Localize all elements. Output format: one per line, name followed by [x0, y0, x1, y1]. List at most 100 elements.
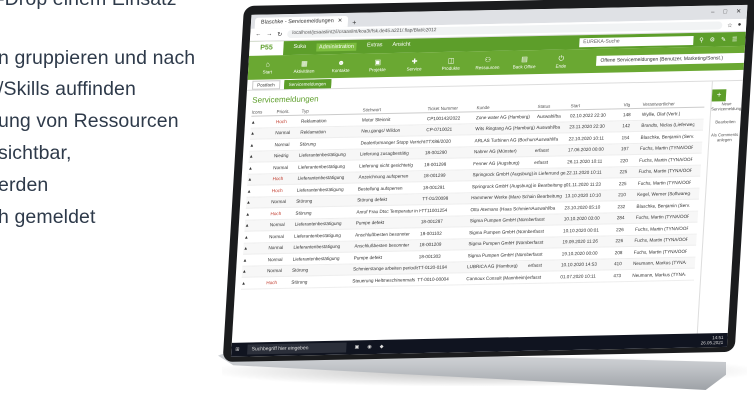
cell-typ: Lieferantenbestätigung: [298, 163, 346, 170]
profile-icon[interactable]: ●: [737, 22, 741, 28]
cell-start: 22.11.2020 10:11: [566, 169, 602, 176]
cell-verant: Fuchs, Martin (TYNA/OOPH): [638, 168, 692, 175]
forward-icon[interactable]: →: [266, 31, 272, 37]
search-input[interactable]: EUREKA-Suche: [578, 35, 694, 47]
toolbar-produkte[interactable]: ◫ Produkte: [435, 56, 467, 71]
toolbar-backoffice[interactable]: ▤ Back Office: [509, 55, 541, 70]
cell-stichwort: Lieferung zusagbestätig: [359, 150, 409, 157]
cell-typ: Lieferantenbestätigung: [293, 244, 341, 250]
toolbar-ende[interactable]: ⏻ Ende: [545, 54, 577, 69]
cell-verant: Brandts, Niclas (Lieferweg): [641, 122, 695, 129]
cell-ticket: 18-001291: [422, 184, 446, 190]
col-header[interactable]: Typ: [301, 107, 362, 113]
cell-status: erfasst: [529, 239, 544, 246]
cell-ticket: 18-001303: [418, 253, 441, 259]
reload-icon[interactable]: ↻: [277, 31, 282, 38]
col-header[interactable]: Kunde: [476, 104, 537, 109]
edit-button[interactable]: Bearbeiten: [715, 119, 736, 124]
menu-item[interactable]: Extras: [367, 42, 383, 50]
close-icon[interactable]: ✕: [337, 16, 343, 27]
toolbar-service[interactable]: ✚ Service: [399, 57, 431, 72]
star-icon[interactable]: ☆: [727, 22, 733, 29]
col-header[interactable]: Verantwortlicher: [642, 100, 695, 107]
cell-vlg: 225: [619, 169, 628, 175]
cell-status: in Bearbeitung: [532, 193, 562, 200]
cell-status: erfasst: [529, 228, 545, 234]
tab-postfach[interactable]: Postfach: [251, 79, 281, 90]
bg-line: sichtbar,: [0, 142, 72, 164]
cell-prio: Hoch: [266, 279, 278, 285]
menu-icon[interactable]: ☰: [732, 36, 738, 43]
cell-stichwort: Motor Steinnit: [361, 116, 391, 123]
app-icon[interactable]: ◉: [367, 344, 372, 350]
close-window-icon[interactable]: ✕: [736, 5, 742, 19]
cell-start: 13.10.2020 10:10: [565, 192, 602, 199]
new-servicemeldung-button[interactable]: + Neue Servicemeldung: [711, 89, 742, 112]
col-header[interactable]: Vlg: [623, 101, 642, 107]
cell-kunde: Springrock GmbH (Augsburg): [471, 182, 533, 189]
app-icon[interactable]: ▣: [354, 344, 359, 350]
cell-status: Auswahl/fa: [535, 136, 559, 142]
bg-line: n gruppieren und nach: [0, 47, 196, 69]
bg-line: h gemeldet: [0, 206, 96, 228]
cell-status: erfasst: [530, 216, 545, 223]
cell-stichwort: Anschlußbesten besonnter: [354, 231, 410, 238]
pin-icon[interactable]: ✎: [721, 36, 726, 43]
toolbar-projekte[interactable]: ▣ Projekte: [362, 58, 394, 73]
col-header[interactable]: Icons: [251, 109, 276, 114]
cell-typ: Störung: [299, 141, 316, 147]
windows-icon[interactable]: ⊞: [235, 347, 240, 353]
menu-item[interactable]: Suka: [293, 44, 306, 52]
cell-ticket: 18-001287: [420, 219, 443, 225]
cell-prio: Hoch: [271, 187, 283, 193]
row-icons: ▲: [245, 211, 251, 217]
row-icons: ▲: [250, 119, 256, 125]
col-header[interactable]: Ticket Nummer: [427, 105, 476, 111]
col-header[interactable]: Start: [570, 102, 623, 108]
toolbar-kontakte[interactable]: ☻ Kontakte: [325, 59, 357, 74]
cell-ticket: TTX86/2020: [425, 138, 452, 144]
view-selector[interactable]: Offene Servicemeldungen (Benutzer, Marke…: [596, 52, 745, 66]
maximize-icon[interactable]: □: [723, 5, 727, 19]
cell-stichwort: Dealerformanger Stopp Verrichter-Wehr: [360, 138, 426, 146]
cell-start: 01.07.2020 10:11: [560, 273, 596, 280]
search-icon[interactable]: ⚲: [699, 36, 704, 43]
cell-verant: Neumann, Markus (TYNA/OOPH): [632, 271, 686, 278]
cell-ticket: 18-001290: [424, 150, 448, 156]
col-header[interactable]: Priorit.: [276, 108, 301, 113]
laptop-lid: Blaschke - Servicemeldungen ✕ + – □ ✕ ← →…: [222, 0, 754, 362]
cell-verant: Blaschke, Benjamin (Serv.): [640, 133, 694, 140]
taskbar-search[interactable]: Suchbegriff hier eingeben: [247, 342, 347, 355]
cell-verant: Fuchs, Martin (TYNA/OOPH): [639, 156, 693, 163]
row-icons: ▲: [241, 268, 247, 274]
menu-item[interactable]: Administration: [315, 42, 358, 52]
settings-icon[interactable]: ⚙: [709, 36, 715, 43]
minimize-icon[interactable]: –: [711, 6, 715, 20]
cell-stichwort: Pumpe defekt: [353, 254, 383, 261]
box-icon: ◫: [447, 57, 455, 65]
cell-ticket: TT-0010-00004: [417, 276, 449, 282]
screen: Blaschke - Servicemeldungen ✕ + – □ ✕ ← →…: [230, 4, 748, 357]
toolbar-ressourcen[interactable]: ⚇ Ressourcen: [472, 56, 504, 71]
toolbar-label: Projekte: [369, 67, 386, 73]
cell-prio: Normal: [268, 233, 285, 239]
row-icons: ▲: [246, 199, 251, 205]
app-icon[interactable]: ◆: [379, 344, 383, 350]
toolbar-start[interactable]: ⌂ Start: [252, 60, 284, 75]
menu-item[interactable]: Ansicht: [392, 42, 410, 50]
cell-vlg: 410: [613, 261, 622, 267]
cell-stichwort: Bestellung aufsperren: [357, 185, 403, 192]
cell-prio: Hoch: [270, 210, 282, 216]
tab-servicemeldungen[interactable]: Servicemeldungen: [283, 78, 332, 89]
cell-start: 23.10.2020 05:10: [564, 204, 601, 211]
browser-tab[interactable]: Blaschke - Servicemeldungen ✕: [254, 15, 349, 29]
cell-kunde: LUBRICA AG (Hamburg): [466, 263, 518, 270]
new-tab-icon[interactable]: +: [348, 20, 357, 27]
wrench-icon: ✚: [411, 58, 418, 66]
back-icon[interactable]: ←: [255, 32, 261, 38]
comments-button[interactable]: Als Comments anlegen: [709, 132, 740, 143]
col-header[interactable]: Stichwort: [362, 106, 427, 112]
cell-prio: Normal: [271, 199, 287, 205]
toolbar-aktivitaeten[interactable]: ▦ Aktivitäten: [289, 59, 321, 74]
col-header[interactable]: Status: [537, 103, 570, 108]
